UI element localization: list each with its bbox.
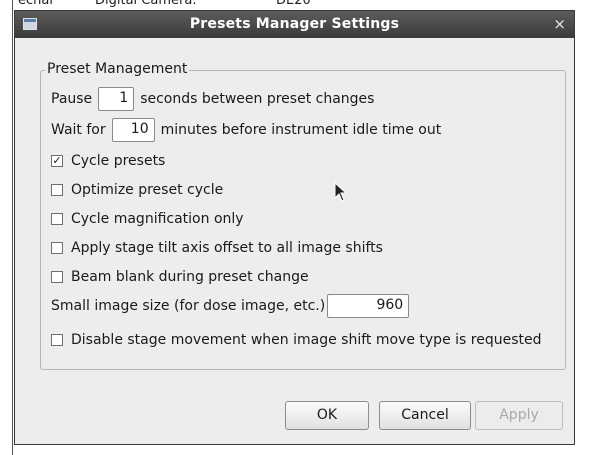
pause-label: Pause [51,91,93,107]
stage-tilt-offset-row[interactable]: Apply stage tilt axis offset to all imag… [51,240,383,256]
optimize-preset-cycle-row[interactable]: Optimize preset cycle [51,182,223,198]
disable-stage-label: Disable stage movement when image shift … [71,332,542,348]
cycle-presets-row[interactable]: ✓ Cycle presets [51,153,165,169]
wait-row: Wait for 10 minutes before instrument id… [51,118,441,142]
wait-label: Wait for [51,122,106,138]
cycle-presets-label: Cycle presets [71,153,166,169]
cycle-magnification-checkbox[interactable] [51,213,63,225]
presets-manager-dialog: Presets Manager Settings × Preset Manage… [14,10,575,445]
beam-blank-checkbox[interactable] [51,271,63,283]
cancel-button[interactable]: Cancel [379,401,471,430]
disable-stage-row[interactable]: Disable stage movement when image shift … [51,332,541,348]
pause-seconds-input[interactable]: 1 [98,87,135,111]
group-title: Preset Management [45,61,190,77]
close-icon[interactable]: × [553,15,566,33]
beam-blank-label: Beam blank during preset change [71,269,309,285]
background-text-3: DE20 [276,0,311,8]
pause-row: Pause 1 seconds between preset changes [51,87,374,111]
background-text-1: echar [18,0,55,8]
optimize-preset-cycle-checkbox[interactable] [51,184,63,196]
small-image-label: Small image size (for dose image, etc.) [51,298,326,314]
background-text-2: Digital Camera: [95,0,197,8]
cycle-magnification-label: Cycle magnification only [71,211,244,227]
optimize-preset-cycle-label: Optimize preset cycle [71,182,224,198]
cycle-magnification-row[interactable]: Cycle magnification only [51,211,244,227]
wait-suffix-label: minutes before instrument idle time out [160,122,442,138]
dialog-titlebar[interactable]: Presets Manager Settings × [15,11,574,38]
small-image-size-input[interactable]: 960 [327,294,410,318]
wait-minutes-input[interactable]: 10 [111,118,155,142]
background-divider [12,0,13,455]
cycle-presets-checkbox[interactable]: ✓ [51,155,63,167]
stage-tilt-offset-label: Apply stage tilt axis offset to all imag… [71,240,383,256]
disable-stage-checkbox[interactable] [51,334,63,346]
stage-tilt-offset-checkbox[interactable] [51,242,63,254]
dialog-title: Presets Manager Settings [189,16,400,32]
beam-blank-row[interactable]: Beam blank during preset change [51,269,309,285]
pause-suffix-label: seconds between preset changes [140,91,375,107]
ok-button[interactable]: OK [285,401,369,430]
apply-button[interactable]: Apply [475,401,563,430]
mouse-pointer-icon [334,182,348,202]
small-image-row: Small image size (for dose image, etc.) … [51,294,415,318]
